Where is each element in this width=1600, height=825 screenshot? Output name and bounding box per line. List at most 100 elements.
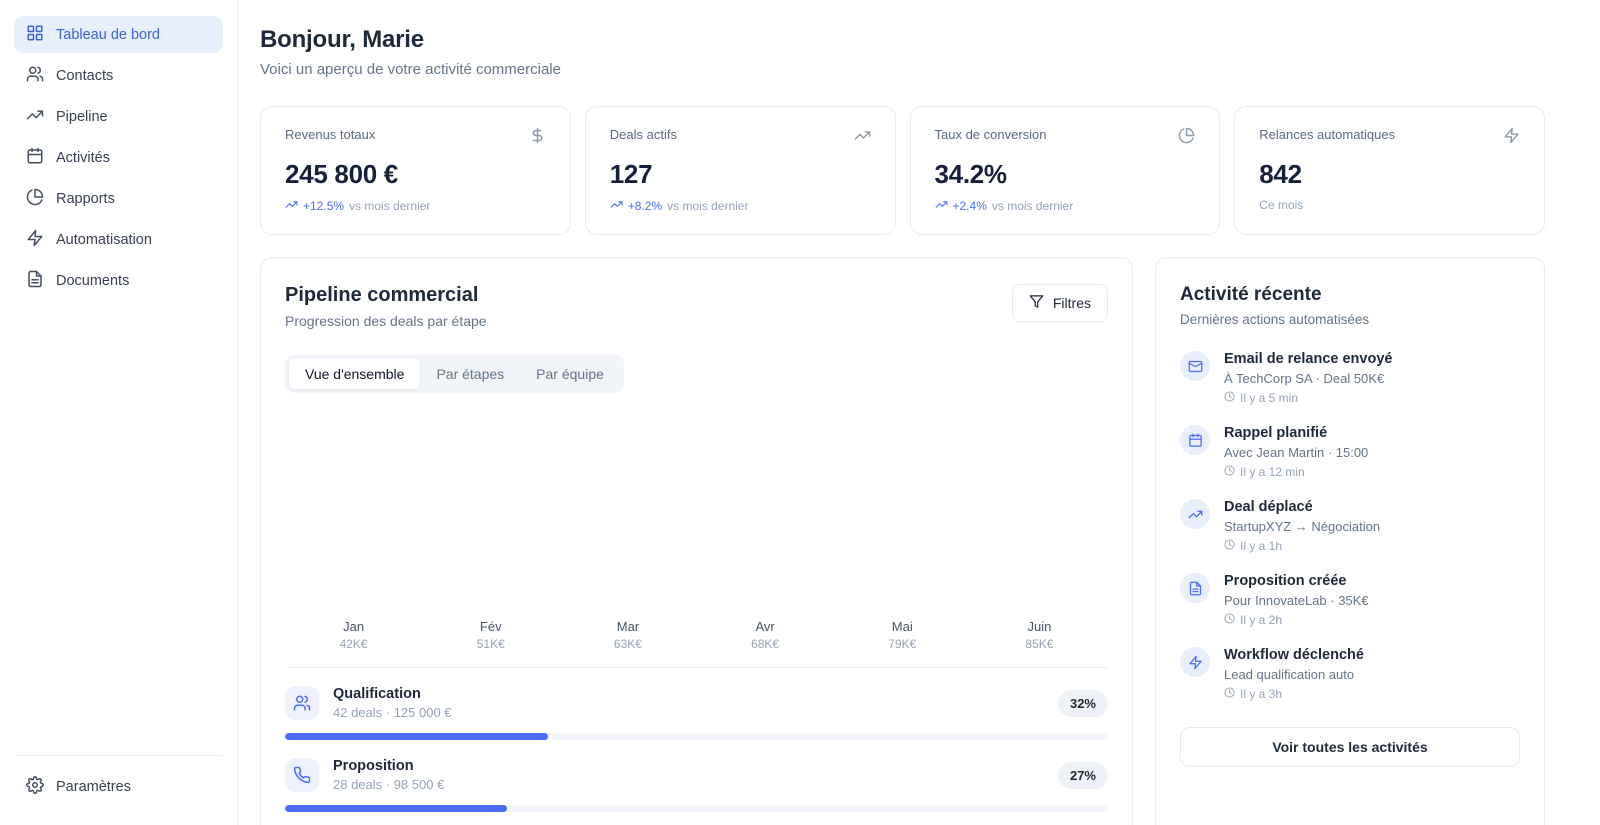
stat-label: Deals actifs xyxy=(609,127,677,142)
sidebar-item-label: Pipeline xyxy=(56,108,108,125)
filters-button-label: Filtres xyxy=(1052,295,1091,311)
activity-item-rappel: Rappel planifié Avec Jean Martin · 15:00… xyxy=(1180,425,1520,479)
stage-stats: 28 deals · 98 500 € xyxy=(333,777,445,792)
pipeline-chart-plot-area xyxy=(285,393,1108,619)
sidebar-footer: Paramètres xyxy=(14,755,223,805)
activity-item-time: Il y a 3h xyxy=(1224,687,1364,701)
activity-item-time: Il y a 1h xyxy=(1224,539,1380,553)
stage-percent-badge: 32% xyxy=(1057,689,1108,717)
activity-item-sub: À TechCorp SA · Deal 50K€ xyxy=(1224,371,1385,386)
month-label: Juin 85K€ xyxy=(1025,619,1054,651)
trending-up-icon xyxy=(935,198,948,214)
settings-icon xyxy=(26,775,44,798)
sidebar-item-contacts[interactable]: Contacts xyxy=(14,57,223,94)
tab-vue-densemble[interactable]: Vue d'ensemble xyxy=(289,359,421,389)
recent-activity-panel: Activité récente Dernières actions autom… xyxy=(1155,257,1545,825)
month-label: Mar 63K€ xyxy=(613,619,642,651)
view-all-activities-button[interactable]: Voir toutes les activités xyxy=(1180,727,1520,767)
activity-subtitle: Dernières actions automatisées xyxy=(1180,312,1370,327)
sidebar-item-parametres[interactable]: Paramètres xyxy=(14,768,223,805)
stage-progress-fill xyxy=(285,805,508,812)
stage-progress-track xyxy=(285,733,1108,740)
activity-item-sub: StartupXYZ → Négociation xyxy=(1224,519,1381,534)
sidebar-item-label: Rapports xyxy=(56,190,115,207)
clock-icon xyxy=(1224,465,1235,479)
clock-icon xyxy=(1224,539,1235,553)
activity-item-email: Email de relance envoyé À TechCorp SA · … xyxy=(1180,351,1520,405)
month-label: Fév 51K€ xyxy=(476,619,505,651)
activity-item-title: Proposition créée xyxy=(1224,573,1347,589)
content-row: Pipeline commercial Progression des deal… xyxy=(260,257,1545,825)
users-icon xyxy=(285,686,319,720)
sidebar-item-rapports[interactable]: Rapports xyxy=(14,180,223,217)
trending-up-icon xyxy=(285,198,298,214)
pipeline-section: Pipeline commercial Progression des deal… xyxy=(260,257,1133,825)
dollar-icon xyxy=(529,127,546,149)
activity-item-proposition: Proposition créée Pour InnovateLab · 35K… xyxy=(1180,573,1520,627)
pipeline-stage-qualification: Qualification 42 deals · 125 000 € 32% xyxy=(285,686,1108,740)
stat-label: Revenus totaux xyxy=(285,127,376,142)
activity-item-time: Il y a 5 min xyxy=(1224,391,1392,405)
month-label: Jan 42K€ xyxy=(339,619,368,651)
activity-item-sub: Lead qualification auto xyxy=(1224,667,1355,682)
pipeline-tabs: Vue d'ensemble Par étapes Par équipe xyxy=(285,355,624,393)
activity-item-sub: Avec Jean Martin · 15:00 xyxy=(1224,445,1369,460)
trending-up-icon xyxy=(610,198,623,214)
activity-item-title: Rappel planifié xyxy=(1224,425,1328,441)
sidebar-item-activites[interactable]: Activités xyxy=(14,139,223,176)
stat-value: 842 xyxy=(1259,159,1302,189)
main-content: Bonjour, Marie Voici un aperçu de votre … xyxy=(238,0,1600,825)
phone-icon xyxy=(285,758,319,792)
trending-up-icon xyxy=(1180,499,1210,529)
clock-icon xyxy=(1224,613,1235,627)
stat-value: 245 800 € xyxy=(285,159,398,189)
stat-label: Taux de conversion xyxy=(934,127,1047,142)
sidebar-item-documents[interactable]: Documents xyxy=(14,262,223,299)
filters-button[interactable]: Filtres xyxy=(1011,284,1108,322)
stat-change: +12.5% vs mois dernier xyxy=(285,198,546,214)
stat-value: 34.2% xyxy=(934,159,1008,189)
stat-cards-row: Revenus totaux 245 800 € +12.5% vs mois … xyxy=(260,106,1545,235)
app-window: Tableau de bord Contacts Pipeline Activi… xyxy=(0,0,1600,825)
zap-icon xyxy=(26,229,44,251)
stage-progress-fill xyxy=(285,733,549,740)
stage-percent-badge: 27% xyxy=(1057,761,1108,789)
stage-stats: 42 deals · 125 000 € xyxy=(333,705,452,720)
sidebar-item-automatisation[interactable]: Automatisation xyxy=(14,221,223,258)
stat-card-deals: Deals actifs 127 +8.2% vs mois dernier xyxy=(584,106,896,235)
sidebar-item-tableau-de-bord[interactable]: Tableau de bord xyxy=(14,16,223,53)
stage-name: Proposition xyxy=(333,758,414,774)
stat-period: Ce mois xyxy=(1259,198,1304,212)
clock-icon xyxy=(1224,687,1235,701)
stat-change-suffix: vs mois dernier xyxy=(667,199,749,213)
activity-item-time: Il y a 12 min xyxy=(1224,465,1368,479)
clock-icon xyxy=(1224,391,1235,405)
stat-change-suffix: vs mois dernier xyxy=(991,199,1074,213)
sidebar-item-label: Documents xyxy=(56,272,130,289)
stat-card-conversion: Taux de conversion 34.2% +2.4% vs mois d… xyxy=(909,106,1221,235)
month-label: Avr 68K€ xyxy=(751,619,780,651)
activity-item-title: Email de relance envoyé xyxy=(1224,351,1393,367)
stage-progress-track xyxy=(285,805,1108,812)
mail-icon xyxy=(1180,351,1210,381)
tab-par-equipe[interactable]: Par équipe xyxy=(520,359,620,389)
activity-item-workflow: Workflow déclenché Lead qualification au… xyxy=(1180,647,1520,701)
page-subtitle: Voici un aperçu de votre activité commer… xyxy=(260,61,561,78)
sidebar-item-label: Automatisation xyxy=(56,231,152,248)
trending-up-icon xyxy=(26,106,44,128)
activity-item-title: Deal déplacé xyxy=(1224,499,1313,515)
tab-par-etapes[interactable]: Par étapes xyxy=(420,359,520,389)
sidebar-item-pipeline[interactable]: Pipeline xyxy=(14,98,223,135)
stat-card-revenus: Revenus totaux 245 800 € +12.5% vs mois … xyxy=(260,106,571,235)
document-icon xyxy=(1180,573,1210,603)
pipeline-title: Pipeline commercial xyxy=(285,284,479,306)
pie-chart-icon xyxy=(26,188,44,210)
activity-item-title: Workflow déclenché xyxy=(1224,647,1364,663)
sidebar-item-label: Contacts xyxy=(56,67,114,84)
stat-change-percent: +12.5% xyxy=(303,199,345,213)
calendar-icon xyxy=(1180,425,1210,455)
stat-change-percent: +2.4% xyxy=(952,199,987,213)
dashboard-icon xyxy=(26,24,44,46)
sidebar-item-label: Tableau de bord xyxy=(56,26,160,43)
document-icon xyxy=(26,270,44,292)
